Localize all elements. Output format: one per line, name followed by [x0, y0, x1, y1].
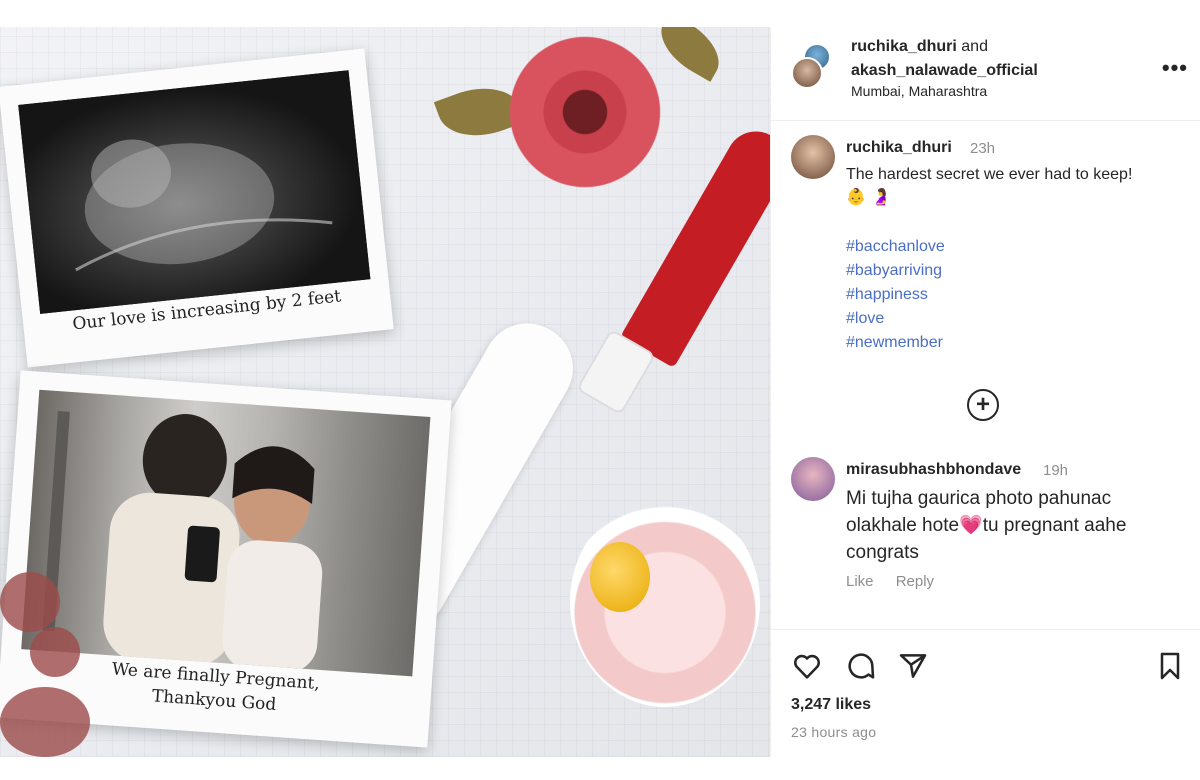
collab-avatars[interactable] [791, 43, 835, 89]
post-footer: 3,247 likes 23 hours ago [771, 629, 1200, 757]
couple-photo [21, 389, 431, 677]
hashtag-link[interactable]: #happiness [846, 283, 945, 307]
pregnant-emoji: 🤰 [871, 189, 891, 206]
hashtag-link[interactable]: #love [846, 307, 945, 331]
hashtag-link[interactable]: #bacchanlove [846, 235, 945, 259]
post-timestamp[interactable]: 23 hours ago [791, 724, 876, 740]
save-bookmark-icon[interactable] [1154, 650, 1186, 682]
hashtag-list: #bacchanlove #babyarriving #happiness #l… [846, 235, 945, 355]
avatar[interactable] [791, 57, 823, 89]
comment-timestamp[interactable]: 19h [1043, 462, 1068, 479]
comment-line-1: Mi tujha gaurica photo pahunac [846, 488, 1112, 509]
dried-flower-decoration [0, 687, 90, 757]
post-details-panel: ruchika_dhuri and akash_nalawade_officia… [770, 27, 1200, 757]
owner-username-2[interactable]: akash_nalawade_official [851, 62, 1038, 79]
hashtag-link[interactable]: #newmember [846, 331, 945, 355]
comment-actions: Like Reply [846, 573, 952, 590]
like-heart-icon[interactable] [791, 650, 823, 682]
caption-text: The hardest secret we ever had to keep! [846, 166, 1133, 183]
comment-reply-button[interactable]: Reply [896, 573, 934, 590]
avatar[interactable] [791, 457, 835, 501]
dried-flower-decoration [30, 627, 80, 677]
caption-username[interactable]: ruchika_dhuri [846, 139, 952, 157]
comment-line-2: olakhale hote💗tu pregnant aahe [846, 512, 1186, 539]
flower-decoration [500, 27, 670, 197]
comment-like-button[interactable]: Like [846, 573, 874, 590]
comment-line-3: congrats [846, 542, 919, 563]
action-bar [791, 650, 1186, 682]
hashtag-link[interactable]: #babyarriving [846, 259, 945, 283]
comment-text: Mi tujha gaurica photo pahunac olakhale … [846, 485, 1186, 566]
and-label: and [961, 38, 988, 55]
comment-line-2b: tu pregnant aahe [982, 515, 1127, 536]
leaf-decoration [649, 27, 731, 82]
share-paper-plane-icon[interactable] [897, 650, 929, 682]
load-more-comments-icon[interactable]: + [967, 389, 999, 421]
more-options-icon[interactable]: ••• [1162, 55, 1188, 81]
comment-bubble-icon[interactable] [845, 650, 877, 682]
dried-flower-decoration [0, 572, 60, 632]
location-link[interactable]: Mumbai, Maharashtra [851, 83, 987, 99]
ultrasound-photo [18, 70, 371, 314]
post-owners: ruchika_dhuri and akash_nalawade_officia… [851, 35, 1038, 83]
pacifier-handle [590, 542, 650, 612]
ultrasound-polaroid: Our love is increasing by 2 feet [0, 48, 394, 368]
comment-line-2a: olakhale hote [846, 515, 960, 536]
heart-emoji: 💗 [959, 515, 983, 536]
owner-username-1[interactable]: ruchika_dhuri [851, 38, 957, 55]
post-image[interactable]: Our love is increasing by 2 feet We are … [0, 27, 770, 757]
comment-username[interactable]: mirasubhashbhondave [846, 461, 1021, 479]
avatar[interactable] [791, 135, 835, 179]
likes-count[interactable]: 3,247 likes [791, 696, 871, 714]
post-header: ruchika_dhuri and akash_nalawade_officia… [771, 27, 1200, 121]
caption-timestamp[interactable]: 23h [970, 140, 995, 157]
baby-emoji: 👶 [846, 189, 866, 206]
